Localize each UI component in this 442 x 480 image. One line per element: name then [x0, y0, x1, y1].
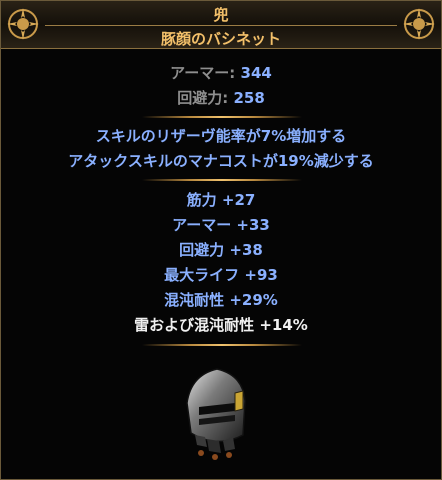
evasion-label: 回避力:	[177, 89, 229, 107]
header-divider	[45, 25, 397, 26]
armour-label: アーマー:	[170, 64, 236, 82]
explicit-mod: 回避力 +38	[179, 241, 263, 259]
explicit-mod: アーマー +33	[172, 216, 270, 234]
tooltip-header: 兜 豚顔のバシネット	[1, 1, 441, 49]
separator	[142, 179, 302, 181]
evasion-value: 258	[233, 89, 265, 107]
armour-line: アーマー: 344	[1, 62, 441, 83]
item-name: 豚顔のバシネット	[160, 30, 281, 48]
separator	[142, 344, 302, 346]
explicit-mod: 雷および混沌耐性 +14%	[134, 316, 308, 334]
explicit-mod: 最大ライフ +93	[164, 266, 278, 284]
separator	[142, 116, 302, 118]
item-tooltip: 兜 豚顔のバシネット アーマー: 344 回避力: 258 スキルのリザーヴ能率…	[0, 0, 442, 480]
evasion-line: 回避力: 258	[1, 87, 441, 108]
armour-value: 344	[240, 64, 272, 82]
item-type: 兜	[213, 6, 229, 24]
implicit-mod: スキルのリザーヴ能率が7%増加する	[95, 127, 347, 145]
explicit-mod: 混沌耐性 +29%	[164, 291, 278, 309]
implicit-mod: アタックスキルのマナコストが19%減少する	[68, 152, 374, 170]
helmet-item-icon	[186, 368, 246, 460]
explicit-mod: 筋力 +27	[186, 191, 256, 209]
